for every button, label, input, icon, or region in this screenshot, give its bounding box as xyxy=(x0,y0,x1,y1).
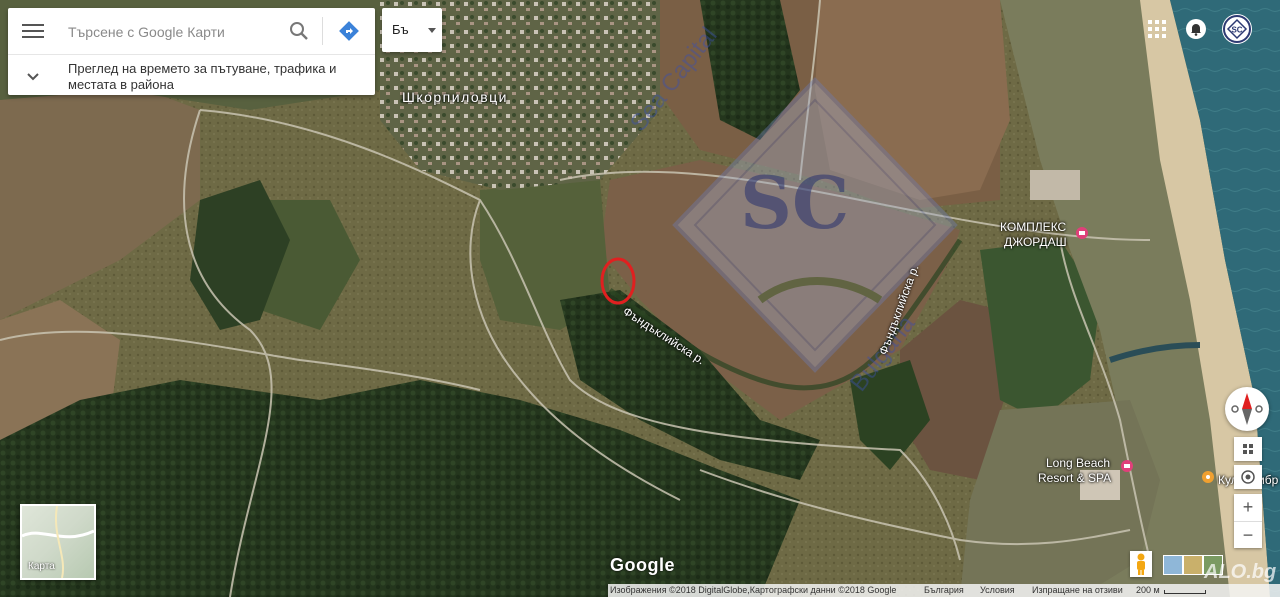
language-label: Бъ xyxy=(392,22,409,37)
zoom-control: + − xyxy=(1234,494,1262,548)
terms-link[interactable]: Условия xyxy=(980,585,1015,595)
site-watermark: ALO.bg xyxy=(1204,561,1277,583)
search-card: Преглед на времето за пътуване, трафика … xyxy=(8,8,375,95)
country-link[interactable]: България xyxy=(924,585,964,595)
label-complex-line1: КОМПЛЕКС xyxy=(1000,220,1067,234)
search-divider xyxy=(322,17,323,45)
resort-pin-icon[interactable] xyxy=(1119,459,1135,475)
imagery-credit: Изображения ©2018 DigitalGlobe,Картограф… xyxy=(610,585,897,595)
tilt-grid-icon[interactable] xyxy=(1234,437,1262,461)
map-footer: Изображения ©2018 DigitalGlobe,Картограф… xyxy=(608,584,1280,597)
layer-thumb-1[interactable] xyxy=(1163,555,1183,575)
chevron-down-icon[interactable] xyxy=(26,69,40,81)
my-location-icon[interactable] xyxy=(1234,465,1262,489)
account-avatar[interactable]: SC xyxy=(1222,14,1252,44)
attraction-pin-icon[interactable] xyxy=(1200,470,1216,486)
explore-row[interactable]: Преглед на времето за пътуване, трафика … xyxy=(8,54,375,96)
feedback-link[interactable]: Изпращане на отзиви xyxy=(1032,585,1123,595)
explore-subtitle: Преглед на времето за пътуване, трафика … xyxy=(68,61,337,92)
label-complex-line2: ДЖОРДАШ xyxy=(1004,235,1067,249)
scale-bar xyxy=(1164,590,1206,594)
apps-grid-icon[interactable] xyxy=(1148,20,1166,38)
directions-icon[interactable] xyxy=(338,20,360,42)
search-row xyxy=(8,8,375,54)
scale-label: 200 м xyxy=(1136,585,1160,595)
search-icon[interactable] xyxy=(288,20,310,42)
zoom-in-button[interactable]: + xyxy=(1234,494,1262,520)
compass-icon[interactable] xyxy=(1225,387,1269,431)
map-type-label: Карта xyxy=(28,561,55,572)
watermark-monogram: SC xyxy=(740,160,850,245)
search-input[interactable] xyxy=(66,19,290,45)
label-village: Шкорпиловци xyxy=(402,89,508,105)
label-resort-line1: Long Beach xyxy=(1046,456,1111,470)
caret-down-icon xyxy=(428,28,436,33)
notifications-bell-icon[interactable] xyxy=(1185,18,1207,40)
zoom-out-button[interactable]: − xyxy=(1234,521,1262,548)
label-resort-line2: Resort & SPA xyxy=(1038,471,1112,485)
menu-icon[interactable] xyxy=(22,22,44,40)
language-selector[interactable]: Бъ xyxy=(382,8,442,52)
hotel-pin-icon[interactable] xyxy=(1074,226,1090,242)
pegman-icon[interactable] xyxy=(1130,551,1152,577)
google-logo: Google xyxy=(610,555,675,575)
layer-thumb-2[interactable] xyxy=(1183,555,1203,575)
svg-text:SC: SC xyxy=(1231,26,1242,35)
map-type-thumbnail[interactable]: Карта xyxy=(20,504,96,580)
